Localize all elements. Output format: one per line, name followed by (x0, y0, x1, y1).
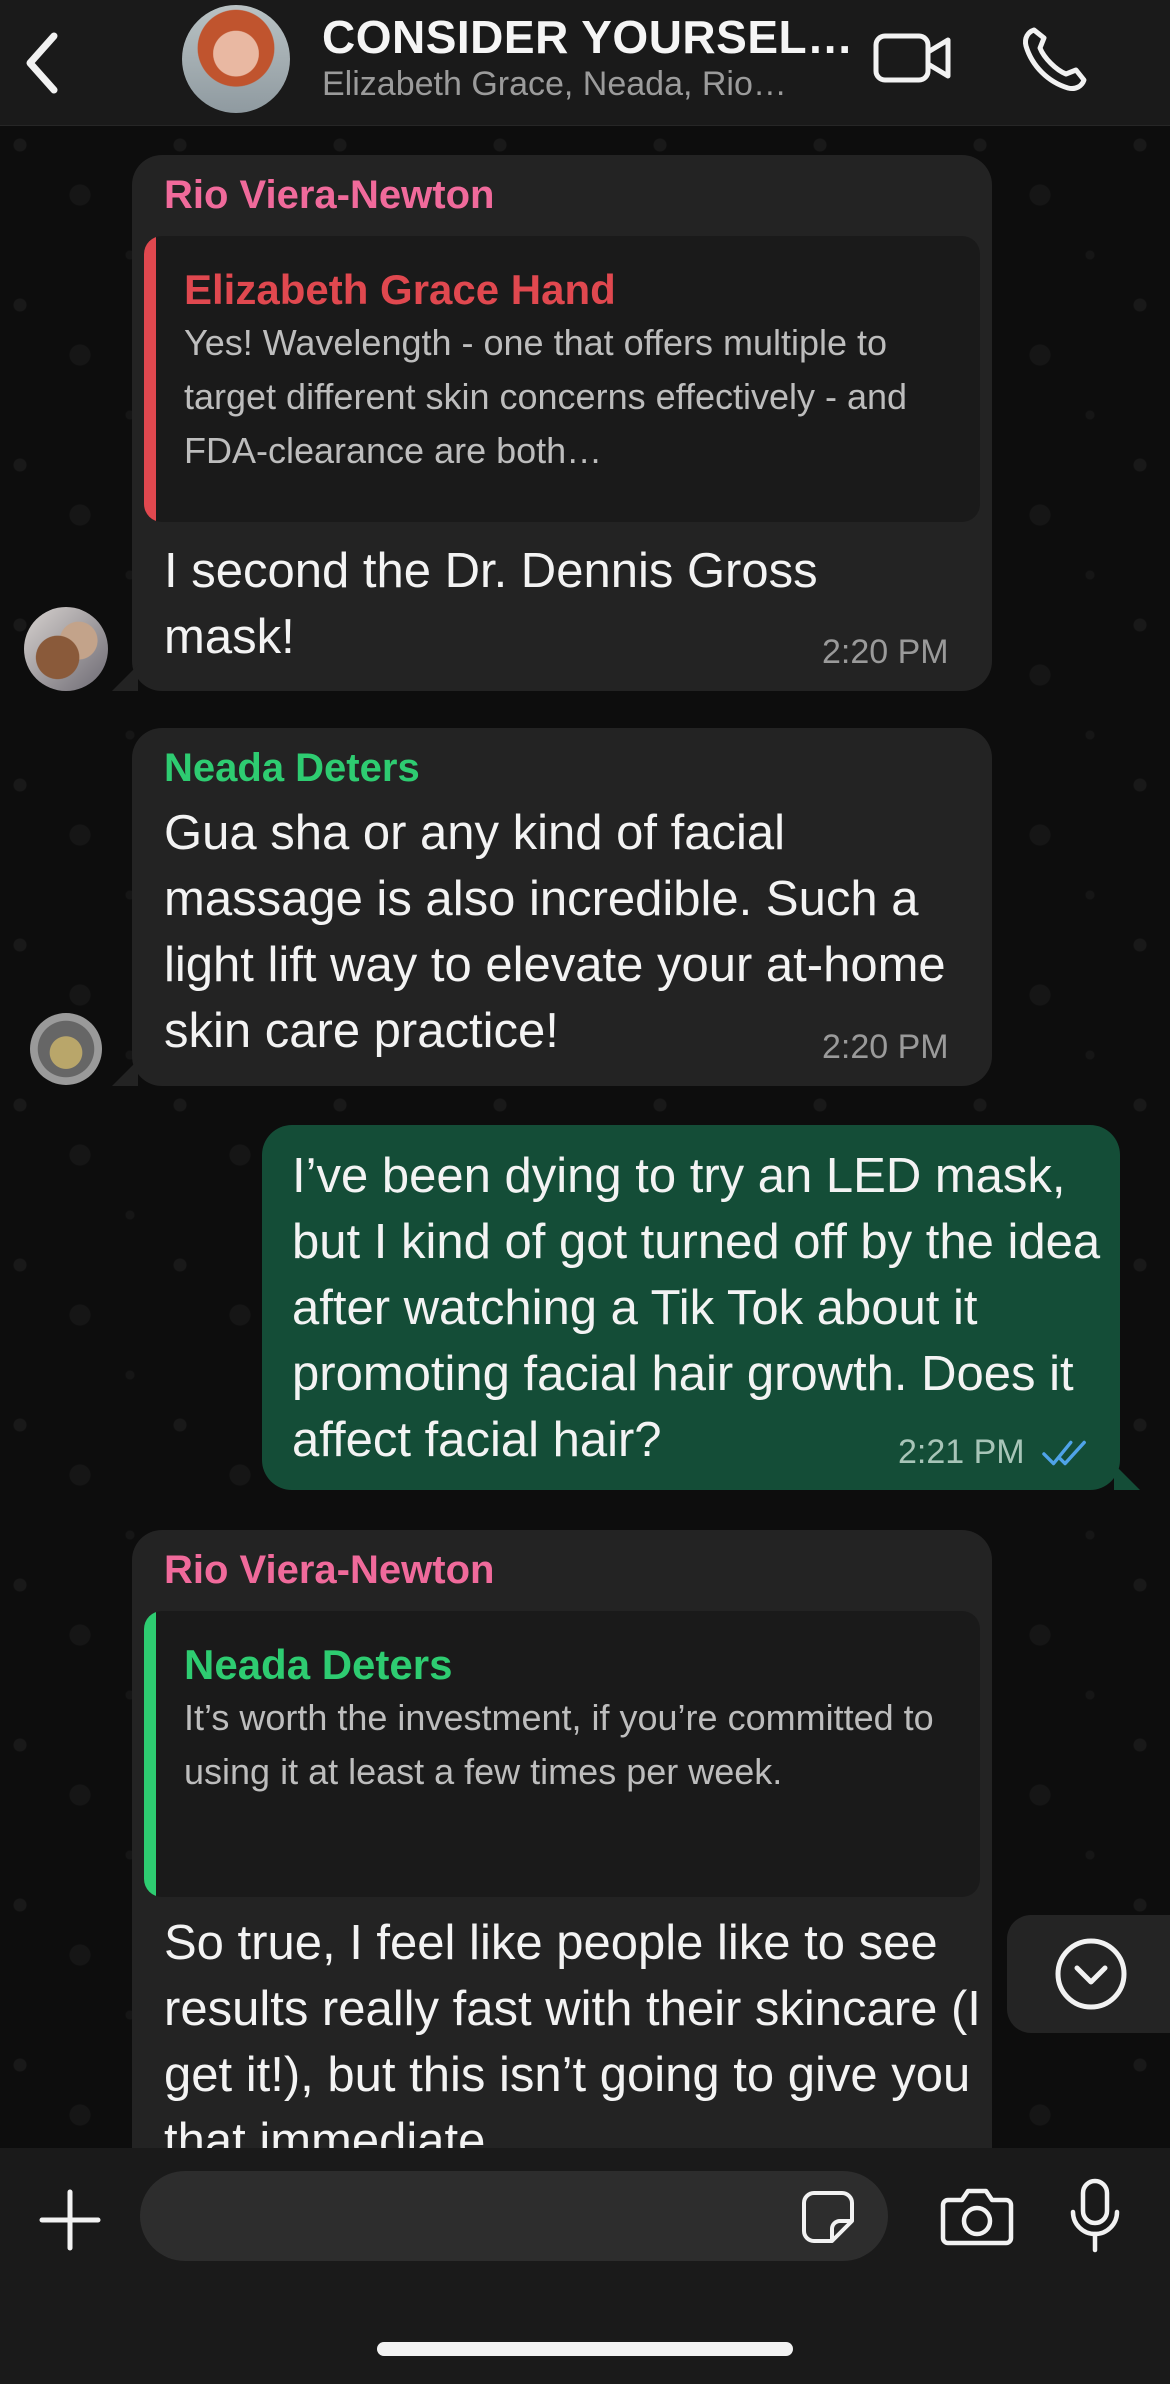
message-text: Gua sha or any kind of facial massage is… (164, 806, 946, 1058)
plus-icon[interactable] (38, 2188, 102, 2252)
message-bubble[interactable]: Rio Viera-Newton Elizabeth Grace Hand Ye… (132, 155, 992, 691)
message-bubble[interactable]: Neada Deters Gua sha or any kind of faci… (132, 728, 992, 1086)
quoted-message[interactable]: Neada Deters It’s worth the investment, … (144, 1611, 980, 1897)
chat-participants[interactable]: Elizabeth Grace, Neada, Rio… (322, 65, 842, 104)
message-bubble-outgoing[interactable]: I’ve been dying to try an LED mask, but … (262, 1125, 1120, 1490)
microphone-icon[interactable] (1065, 2178, 1125, 2254)
quote-bar (144, 236, 156, 522)
quote-bar (144, 1611, 156, 1897)
sender-name: Neada Deters (164, 746, 420, 790)
home-indicator (377, 2342, 793, 2356)
chat-header: CONSIDER YOURSEL… Elizabeth Grace, Neada… (0, 0, 1170, 126)
quote-text: It’s worth the investment, if you’re com… (184, 1697, 934, 1792)
scroll-to-bottom-button[interactable] (1007, 1915, 1170, 2033)
camera-icon[interactable] (940, 2186, 1014, 2246)
quote-author: Elizabeth Grace Hand (184, 266, 616, 313)
bubble-tail (1114, 1464, 1140, 1490)
quote-text: Yes! Wavelength - one that offers multip… (184, 322, 908, 471)
quoted-message[interactable]: Elizabeth Grace Hand Yes! Wavelength - o… (144, 236, 980, 522)
chevron-down-circle-icon (1055, 1938, 1127, 2010)
sender-avatar[interactable] (30, 1013, 102, 1085)
message-text: I second the Dr. Dennis Gross mask! (164, 544, 818, 664)
back-chevron-icon[interactable] (22, 28, 62, 98)
sender-name: Rio Viera-Newton (164, 173, 495, 217)
chat-title[interactable]: CONSIDER YOURSEL… (322, 10, 853, 64)
sticker-icon[interactable] (800, 2189, 856, 2245)
message-time: 2:20 PM (822, 633, 949, 671)
message-time: 2:20 PM (822, 1028, 949, 1066)
sender-avatar[interactable] (24, 607, 108, 691)
message-bubble[interactable]: Rio Viera-Newton Neada Deters It’s worth… (132, 1530, 992, 2190)
group-avatar[interactable] (182, 5, 290, 113)
bubble-tail (112, 665, 138, 691)
message-text: So true, I feel like people like to see … (164, 1916, 981, 2168)
message-text: I’ve been dying to try an LED mask, but … (292, 1149, 1101, 1467)
phone-icon[interactable] (1020, 24, 1090, 94)
message-time: 2:21 PM (898, 1433, 1025, 1471)
message-input-field[interactable] (140, 2171, 888, 2261)
video-camera-icon[interactable] (872, 28, 952, 88)
bubble-tail (112, 1060, 138, 1086)
read-receipt-icon (1042, 1440, 1086, 1466)
sender-name: Rio Viera-Newton (164, 1548, 495, 1592)
quote-author: Neada Deters (184, 1641, 453, 1688)
